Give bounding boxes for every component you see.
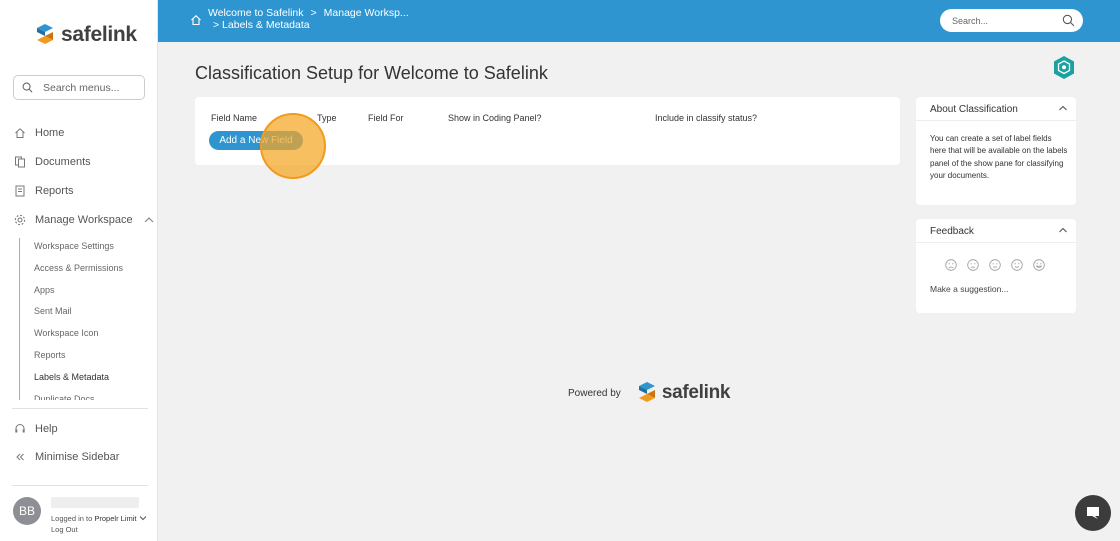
sidebar-item-home[interactable]: Home: [14, 127, 64, 139]
panel-divider: [916, 242, 1076, 243]
avatar[interactable]: BB: [13, 497, 41, 525]
column-header-include-in-classify-status: Include in classify status?: [655, 113, 758, 123]
sidebar-item-manage-workspace[interactable]: Manage Workspace: [14, 214, 154, 226]
footer-logo-text: safelink: [661, 382, 731, 403]
home-icon[interactable]: [190, 14, 202, 26]
sidebar: safelink Home Documents Reports Manage W…: [0, 0, 158, 541]
user-block: BB Logged in to Propelr Limit Log Out: [13, 497, 147, 535]
page-title: Classification Setup for Welcome to Safe…: [195, 63, 548, 83]
sidebar-item-minimise[interactable]: Minimise Sidebar: [14, 451, 119, 463]
logout-link[interactable]: Log Out: [51, 524, 147, 535]
powered-by: Powered by safelink: [568, 380, 730, 406]
footer-safelink-logo: safelink: [635, 380, 730, 406]
submenu-reports[interactable]: Reports: [20, 347, 149, 369]
sidebar-search[interactable]: [13, 75, 145, 100]
sidebar-item-label: Home: [35, 127, 65, 139]
breadcrumb-workspace[interactable]: Welcome to Safelink: [208, 7, 304, 20]
very-unhappy-face-icon[interactable]: [945, 259, 957, 271]
about-text: You can create a set of label fields her…: [930, 134, 1068, 180]
sidebar-item-help[interactable]: Help: [14, 423, 58, 435]
gear-icon: [14, 214, 26, 226]
logo-text: safelink: [61, 23, 137, 46]
column-header-field-for: Field For: [368, 113, 404, 123]
double-chevron-left-icon: [14, 451, 26, 463]
unhappy-face-icon[interactable]: [967, 259, 979, 271]
submenu-access-permissions[interactable]: Access & Permissions: [20, 260, 149, 282]
submenu-apps[interactable]: Apps: [20, 282, 149, 304]
chat-bubble-icon: [1087, 507, 1099, 519]
headset-icon: [14, 423, 26, 435]
user-name-redacted: [51, 497, 139, 508]
global-search[interactable]: [940, 9, 1083, 32]
search-icon: [22, 82, 33, 93]
sidebar-item-label: Reports: [35, 185, 74, 197]
submenu-workspace-settings[interactable]: Workspace Settings: [20, 238, 149, 260]
chevron-up-icon[interactable]: [1058, 226, 1068, 234]
home-icon: [14, 127, 26, 139]
panel-divider: [916, 120, 1076, 121]
submenu-duplicate-docs[interactable]: Duplicate Docs: [20, 391, 149, 400]
panel-title: About Classification: [930, 104, 1018, 115]
feedback-rating: [945, 259, 1045, 271]
sidebar-item-label: Minimise Sidebar: [35, 451, 120, 463]
reports-icon: [14, 185, 26, 197]
sidebar-item-documents[interactable]: Documents: [14, 156, 91, 168]
breadcrumb-manage-workspace[interactable]: Manage Worksp...: [324, 7, 409, 20]
top-bar: Welcome to Safelink > Manage Worksp... >…: [158, 0, 1120, 42]
submenu-sent-mail[interactable]: Sent Mail: [20, 303, 149, 325]
search-icon[interactable]: [1062, 14, 1075, 27]
documents-icon: [14, 156, 26, 168]
breadcrumb: Welcome to Safelink > Manage Worksp... >…: [208, 7, 409, 31]
sidebar-item-label: Documents: [35, 156, 91, 168]
sidebar-item-reports[interactable]: Reports: [14, 185, 74, 197]
global-search-input[interactable]: [952, 15, 1052, 26]
chevron-up-icon[interactable]: [144, 216, 154, 224]
sidebar-item-label: Help: [35, 423, 58, 435]
powered-by-label: Powered by: [568, 387, 621, 399]
workspace-submenu: Workspace Settings Access & Permissions …: [19, 238, 149, 400]
chevron-down-icon: [139, 516, 146, 521]
column-header-type: Type: [317, 113, 337, 123]
chat-button[interactable]: [1075, 495, 1111, 531]
breadcrumb-current: > Labels & Metadata: [213, 18, 310, 31]
safelink-logo[interactable]: safelink: [33, 22, 137, 48]
workspace-switcher[interactable]: Logged in to Propelr Limit: [51, 513, 147, 524]
panel-title: Feedback: [930, 226, 974, 237]
org-name: Propelr Limit: [94, 514, 137, 523]
submenu-labels-metadata[interactable]: Labels & Metadata: [20, 369, 149, 391]
very-happy-face-icon[interactable]: [1033, 259, 1045, 271]
neutral-face-icon[interactable]: [989, 259, 1001, 271]
sidebar-divider: [12, 485, 148, 486]
add-new-field-button[interactable]: Add a New Field: [209, 131, 303, 150]
about-classification-panel: About Classification You can create a se…: [916, 97, 1076, 205]
feedback-panel: Feedback Make a suggestion...: [916, 219, 1076, 313]
safelink-logo-mark-icon: [638, 382, 655, 402]
chevron-up-icon[interactable]: [1058, 104, 1068, 112]
sidebar-search-input[interactable]: [43, 81, 133, 94]
column-header-show-in-coding-panel: Show in Coding Panel?: [448, 113, 542, 123]
make-suggestion-link[interactable]: Make a suggestion...: [930, 284, 1008, 294]
safelink-logo-mark-icon: [37, 24, 53, 44]
workspace-hex-icon[interactable]: [1053, 55, 1075, 80]
column-header-field-name: Field Name: [211, 113, 258, 123]
sidebar-item-label: Manage Workspace: [35, 214, 133, 226]
happy-face-icon[interactable]: [1011, 259, 1023, 271]
submenu-workspace-icon[interactable]: Workspace Icon: [20, 325, 149, 347]
sidebar-divider: [12, 408, 148, 409]
fields-table: Field Name Type Field For Show in Coding…: [195, 97, 900, 165]
